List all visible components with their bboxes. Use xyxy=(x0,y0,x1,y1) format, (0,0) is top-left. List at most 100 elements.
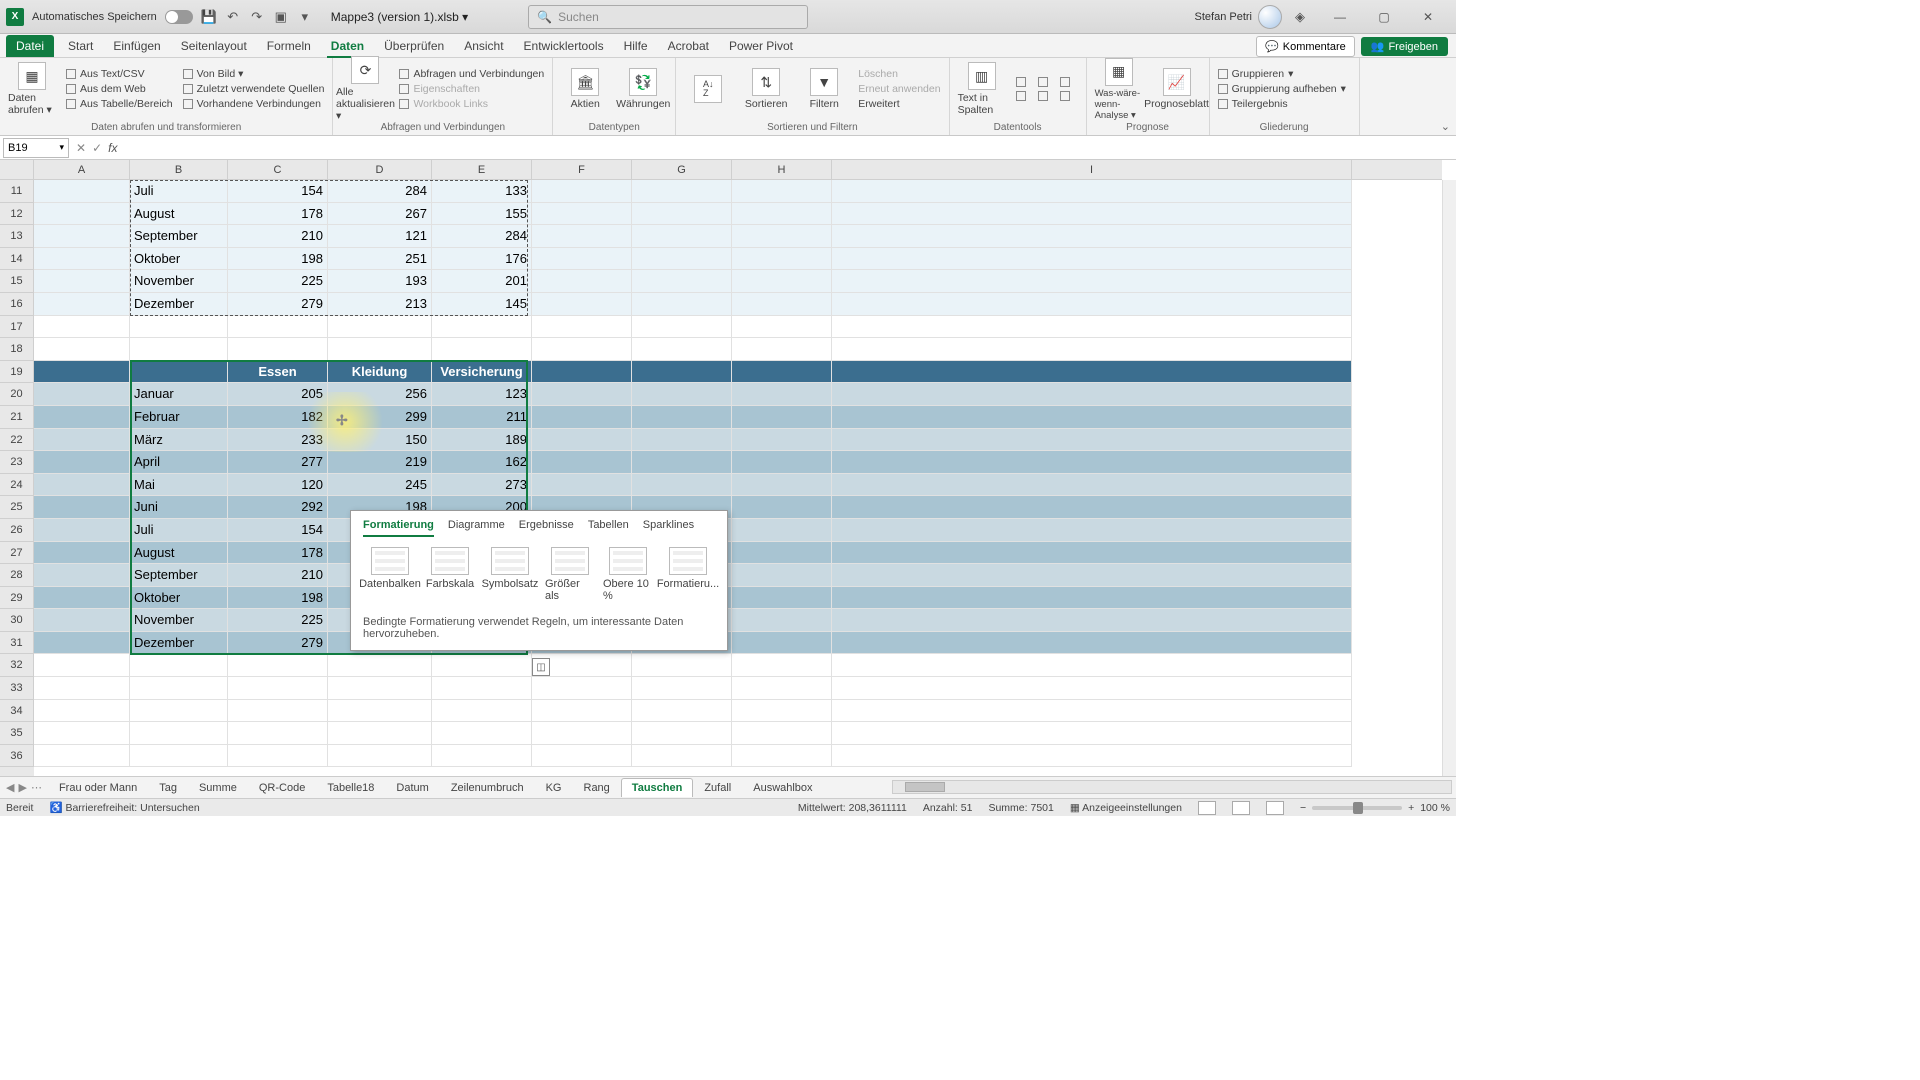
cell[interactable] xyxy=(832,293,1352,316)
cell[interactable] xyxy=(832,474,1352,497)
cell[interactable] xyxy=(130,677,228,700)
cell[interactable] xyxy=(532,383,632,406)
row-32[interactable]: 32 xyxy=(0,654,34,677)
cell[interactable]: Oktober xyxy=(130,587,228,610)
cell[interactable] xyxy=(732,496,832,519)
cell[interactable]: Juli xyxy=(130,180,228,203)
cell[interactable] xyxy=(732,406,832,429)
cell[interactable] xyxy=(832,248,1352,271)
cell[interactable] xyxy=(34,248,130,271)
from-web[interactable]: Aus dem Web xyxy=(66,83,173,95)
cell[interactable] xyxy=(130,722,228,745)
cell[interactable] xyxy=(832,180,1352,203)
cell[interactable] xyxy=(532,225,632,248)
col-B[interactable]: B xyxy=(130,160,228,179)
consolidate-icon[interactable] xyxy=(1016,91,1026,101)
cell[interactable] xyxy=(832,361,1352,384)
col-I[interactable]: I xyxy=(832,160,1352,179)
currencies-button[interactable]: 💱Währungen xyxy=(619,68,667,110)
cell[interactable] xyxy=(532,270,632,293)
relations-icon[interactable] xyxy=(1038,91,1048,101)
col-D[interactable]: D xyxy=(328,160,432,179)
cell[interactable] xyxy=(328,745,432,768)
cell[interactable] xyxy=(532,203,632,226)
row-24[interactable]: 24 xyxy=(0,474,34,497)
row-33[interactable]: 33 xyxy=(0,677,34,700)
cell[interactable] xyxy=(732,383,832,406)
cell[interactable] xyxy=(732,700,832,723)
cell[interactable] xyxy=(34,338,130,361)
sheet-tab[interactable]: Tabelle18 xyxy=(316,778,385,797)
col-C[interactable]: C xyxy=(228,160,328,179)
cell[interactable] xyxy=(532,700,632,723)
name-box[interactable]: B19▾ xyxy=(3,138,69,158)
display-settings[interactable]: ▦ Anzeigeeinstellungen xyxy=(1070,802,1182,814)
horizontal-scrollbar[interactable] xyxy=(892,780,1452,794)
cell[interactable] xyxy=(34,564,130,587)
cell[interactable] xyxy=(732,722,832,745)
cell[interactable] xyxy=(732,180,832,203)
cell[interactable]: Dezember xyxy=(130,632,228,655)
fx-icon[interactable]: fx xyxy=(108,141,117,155)
cell[interactable] xyxy=(228,654,328,677)
row-17[interactable]: 17 xyxy=(0,316,34,339)
cell[interactable] xyxy=(328,654,432,677)
cell[interactable]: Versicherung xyxy=(432,361,532,384)
share-button[interactable]: 👥Freigeben xyxy=(1361,37,1448,56)
row-13[interactable]: 13 xyxy=(0,225,34,248)
cell[interactable] xyxy=(732,338,832,361)
cell[interactable] xyxy=(732,270,832,293)
cell[interactable] xyxy=(832,451,1352,474)
zoom-slider[interactable] xyxy=(1312,806,1402,810)
sort-button[interactable]: ⇅Sortieren xyxy=(742,68,790,110)
cell[interactable] xyxy=(632,429,732,452)
cell[interactable] xyxy=(34,654,130,677)
cell[interactable] xyxy=(832,700,1352,723)
qa-tab-ergebnisse[interactable]: Ergebnisse xyxy=(519,519,574,537)
cell[interactable] xyxy=(432,745,532,768)
camera-icon[interactable]: ▣ xyxy=(273,9,289,25)
sheet-next-icon[interactable]: ▶ xyxy=(18,781,26,794)
cell[interactable]: April xyxy=(130,451,228,474)
diamond-icon[interactable]: ◈ xyxy=(1292,9,1308,25)
cell[interactable]: 120 xyxy=(228,474,328,497)
cell[interactable]: 182 xyxy=(228,406,328,429)
cell[interactable] xyxy=(532,338,632,361)
qa-opt[interactable]: Formatieru... xyxy=(661,547,715,602)
qa-tab-formatierung[interactable]: Formatierung xyxy=(363,519,434,537)
cell[interactable] xyxy=(34,383,130,406)
qa-opt[interactable]: Datenbalken xyxy=(363,547,417,602)
cell[interactable]: 178 xyxy=(228,203,328,226)
cell[interactable]: 189 xyxy=(432,429,532,452)
cell[interactable] xyxy=(34,316,130,339)
tab-überprüfen[interactable]: Überprüfen xyxy=(374,35,454,57)
cell[interactable] xyxy=(34,609,130,632)
cell[interactable] xyxy=(34,180,130,203)
cell[interactable]: Februar xyxy=(130,406,228,429)
recent-sources[interactable]: Zuletzt verwendete Quellen xyxy=(183,83,325,95)
qa-opt[interactable]: Größer als xyxy=(545,547,595,602)
sheet-tab[interactable]: QR-Code xyxy=(248,778,316,797)
cell[interactable] xyxy=(432,722,532,745)
cell[interactable] xyxy=(732,745,832,768)
cell[interactable]: 273 xyxy=(432,474,532,497)
close-button[interactable]: ✕ xyxy=(1406,3,1450,31)
undo-icon[interactable]: ↶ xyxy=(225,9,241,25)
col-G[interactable]: G xyxy=(632,160,732,179)
cell[interactable]: 213 xyxy=(328,293,432,316)
cell[interactable]: 133 xyxy=(432,180,532,203)
sheet-tab[interactable]: Tauschen xyxy=(621,778,694,797)
cell[interactable] xyxy=(34,361,130,384)
cell[interactable] xyxy=(632,700,732,723)
vertical-scrollbar[interactable] xyxy=(1442,180,1456,776)
cell[interactable]: 210 xyxy=(228,225,328,248)
cell[interactable]: 210 xyxy=(228,564,328,587)
col-H[interactable]: H xyxy=(732,160,832,179)
refresh-all-button[interactable]: ⟳Alle aktualisieren ▾ xyxy=(341,56,389,122)
tab-hilfe[interactable]: Hilfe xyxy=(614,35,658,57)
cell[interactable] xyxy=(832,609,1352,632)
tab-seitenlayout[interactable]: Seitenlayout xyxy=(171,35,257,57)
cell[interactable] xyxy=(632,745,732,768)
cell[interactable] xyxy=(34,496,130,519)
cell[interactable] xyxy=(532,361,632,384)
